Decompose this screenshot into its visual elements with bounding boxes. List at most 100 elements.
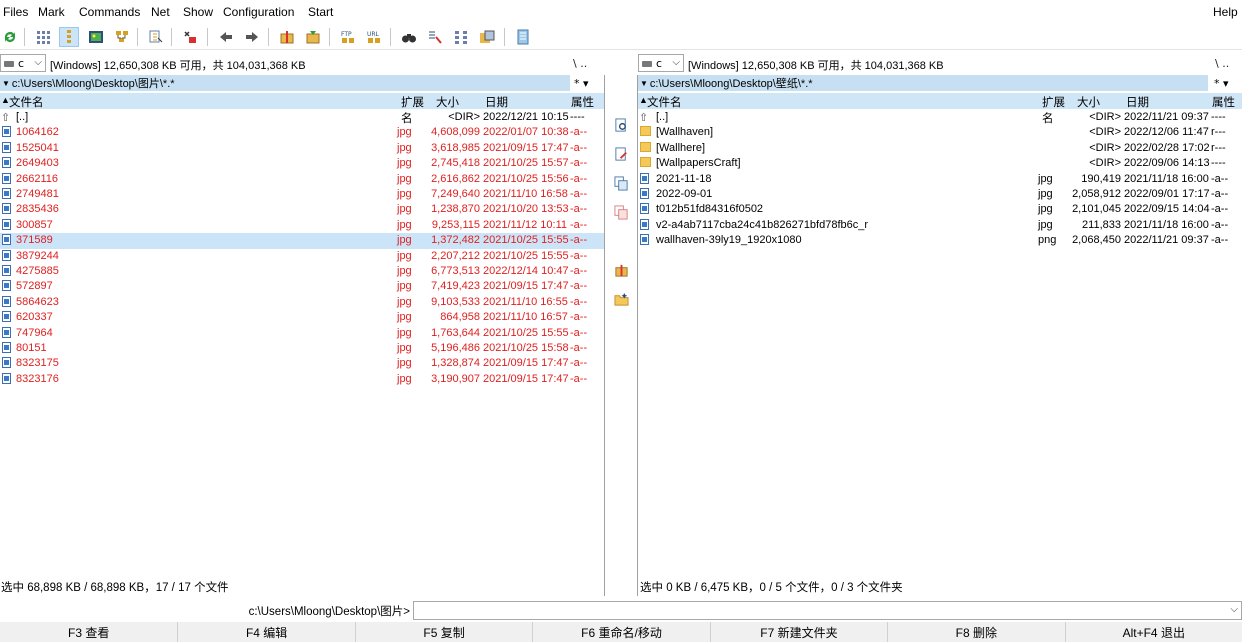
new-folder-icon[interactable] [612, 290, 630, 308]
menu-show[interactable]: Show [183, 5, 213, 19]
file-row[interactable]: 5864623 jpg 9,103,533 2021/11/10 16:55 -a-- [0, 295, 604, 310]
file-icon [640, 218, 649, 230]
file-row[interactable]: 1064162 jpg 4,608,099 2022/01/07 10:38 -a-- [0, 125, 604, 140]
right-path-tools[interactable]: * ▾ [1214, 75, 1229, 91]
file-row[interactable]: 2649403 jpg 2,745,418 2021/10/25 15:57 -a-- [0, 156, 604, 171]
url-icon[interactable]: URL [364, 27, 384, 47]
right-col-attr[interactable]: 属性 [1212, 94, 1235, 110]
file-row[interactable]: v2-a4ab7117cba24c41b826271bfd78fb6c_r jpg… [638, 218, 1242, 233]
file-date: 2022/11/21 09:37 [1124, 234, 1209, 247]
file-name: 8323176 [16, 372, 59, 385]
right-col-size[interactable]: 大小 [1077, 94, 1100, 110]
file-row[interactable]: 2662116 jpg 2,616,862 2021/10/25 15:56 -a-- [0, 172, 604, 187]
fkey-button[interactable]: F8 删除 [887, 622, 1064, 642]
left-col-name[interactable]: 文件名 [9, 94, 44, 110]
file-row[interactable]: 2749481 jpg 7,249,640 2021/11/10 16:58 -a-- [0, 187, 604, 202]
file-row[interactable]: wallhaven-39ly19_1920x1080 png 2,068,450 20… [638, 233, 1242, 248]
file-name: [..] [656, 111, 669, 123]
full-view-icon[interactable] [59, 27, 79, 47]
pack-icon[interactable] [277, 27, 297, 47]
menu-commands[interactable]: Commands [79, 5, 140, 19]
file-attr: -a-- [570, 157, 588, 170]
file-row[interactable]: 620337 jpg 864,958 2021/11/10 16:57 -a-- [0, 310, 604, 325]
ftp-icon[interactable]: FTP [338, 27, 358, 47]
left-path-tools[interactable]: * ▾ [574, 75, 589, 91]
fkey-button[interactable]: F5 复制 [354, 622, 532, 642]
fkey-button[interactable]: F3 查看 [0, 622, 177, 642]
command-line-path: c:\Users\Mloong\Desktop\图片> [248, 606, 410, 618]
brief-view-icon[interactable] [33, 27, 53, 47]
left-col-attr[interactable]: 属性 [571, 94, 594, 110]
refresh-icon[interactable] [0, 27, 20, 47]
view-icon[interactable] [612, 116, 630, 134]
unpack-icon[interactable] [180, 27, 200, 47]
left-col-date[interactable]: 日期 [485, 94, 508, 110]
forward-icon[interactable] [242, 27, 262, 47]
file-row[interactable]: 4275885 jpg 6,773,513 2022/12/14 10:47 -a-- [0, 264, 604, 279]
left-drive-select[interactable]: c ⌵ [0, 54, 46, 72]
file-date: 2021/10/25 15:55 [483, 234, 569, 247]
copy-icon[interactable] [612, 174, 630, 192]
file-row[interactable]: 2021-11-18 jpg 190,419 2021/11/18 16:00 -a-- [638, 172, 1242, 187]
fkey-button[interactable]: Alt+F4 退出 [1064, 622, 1242, 642]
invert-selection-icon[interactable] [146, 27, 166, 47]
left-root-buttons[interactable]: \ .. [573, 57, 587, 70]
file-date: 2021/11/10 16:58 [483, 188, 568, 200]
menu-files[interactable]: Files [3, 5, 28, 19]
file-row[interactable]: t012b51fd84316f0502 jpg 2,101,045 2022/09/1… [638, 202, 1242, 217]
chevron-down-icon[interactable]: ⌵ [1230, 604, 1238, 615]
fkey-button[interactable]: F4 编辑 [177, 622, 354, 642]
fkey-button[interactable]: F6 重命名/移动 [532, 622, 709, 642]
file-row[interactable]: 2835436 jpg 1,238,870 2021/10/20 13:53 -a-- [0, 202, 604, 217]
tree-icon[interactable] [112, 27, 132, 47]
file-size: 5,196,486 [431, 342, 480, 354]
folder-row[interactable]: [Wallhaven] <DIR> 2022/12/06 11:47 r--- [638, 125, 1242, 140]
sync-dirs-icon[interactable] [451, 27, 471, 47]
notepad-icon[interactable] [513, 27, 533, 47]
menu-bar: Files Mark Commands Net Show Configurati… [0, 0, 1242, 24]
file-row[interactable]: 1525041 jpg 3,618,985 2021/09/15 17:47 -a-- [0, 141, 604, 156]
multi-rename-icon[interactable] [425, 27, 445, 47]
menu-configuration[interactable]: Configuration [223, 5, 294, 19]
thumbnail-icon[interactable] [86, 27, 106, 47]
file-row[interactable]: 2022-09-01 jpg 2,058,912 2022/09/01 17:17 -a… [638, 187, 1242, 202]
fkey-button[interactable]: F7 新建文件夹 [709, 622, 887, 642]
move-icon[interactable] [612, 203, 630, 221]
menu-mark[interactable]: Mark [38, 5, 65, 19]
unpack-files-icon[interactable] [303, 27, 323, 47]
file-row[interactable]: 572897 jpg 7,419,423 2021/09/15 17:47 -a-- [0, 279, 604, 294]
parent-dir-row[interactable]: ⇧ [..] <DIR> 2022/11/21 09:37 ---- [638, 110, 1242, 125]
file-date: 2021/11/18 16:00 [1124, 172, 1209, 185]
parent-dir-row[interactable]: ⇧ [..] <DIR> 2022/12/21 10:15 ---- [0, 110, 604, 125]
right-col-date[interactable]: 日期 [1126, 94, 1149, 110]
left-path-bar[interactable]: ▼ c:\Users\Mloong\Desktop\图片\*.* [0, 75, 570, 91]
file-attr: -a-- [570, 126, 588, 139]
file-row[interactable]: 300857 jpg 9,253,115 2021/11/12 10:11 -a-- [0, 218, 604, 233]
search-icon[interactable] [399, 27, 419, 47]
folder-row[interactable]: [WallpapersCraft] <DIR> 2022/09/06 14:13 --… [638, 156, 1242, 171]
file-row[interactable]: 371589 jpg 1,372,482 2021/10/25 15:55 -a-- [0, 233, 604, 249]
left-col-size[interactable]: 大小 [436, 94, 459, 110]
folder-row[interactable]: [Wallhere] <DIR> 2022/02/28 17:02 r--- [638, 141, 1242, 156]
file-attr: -a-- [570, 295, 588, 308]
menu-start[interactable]: Start [308, 5, 333, 19]
menu-help[interactable]: Help [1213, 5, 1238, 19]
toolbar-separator [137, 28, 138, 46]
file-attr: -a-- [1211, 234, 1229, 247]
file-row[interactable]: 80151 jpg 5,196,486 2021/10/25 15:58 -a-- [0, 341, 604, 356]
file-ext: jpg [1038, 203, 1053, 216]
right-root-buttons[interactable]: \ .. [1215, 57, 1229, 70]
back-icon[interactable] [216, 27, 236, 47]
right-path-bar[interactable]: ▼ c:\Users\Mloong\Desktop\壁纸\*.* [638, 75, 1208, 91]
menu-net[interactable]: Net [151, 5, 170, 19]
edit-icon[interactable] [612, 145, 630, 163]
pack-icon[interactable] [612, 261, 630, 279]
command-line-input[interactable]: ⌵ [413, 601, 1242, 620]
compare-icon[interactable] [477, 27, 497, 47]
right-drive-select[interactable]: c ⌵ [638, 54, 684, 72]
file-row[interactable]: 8323176 jpg 3,190,907 2021/09/15 17:47 -a-- [0, 372, 604, 387]
right-col-name[interactable]: 文件名 [647, 94, 682, 110]
file-row[interactable]: 8323175 jpg 1,328,874 2021/09/15 17:47 -a-- [0, 356, 604, 371]
file-row[interactable]: 747964 jpg 1,763,644 2021/10/25 15:55 -a-- [0, 326, 604, 341]
file-row[interactable]: 3879244 jpg 2,207,212 2021/10/25 15:55 -a-- [0, 249, 604, 264]
